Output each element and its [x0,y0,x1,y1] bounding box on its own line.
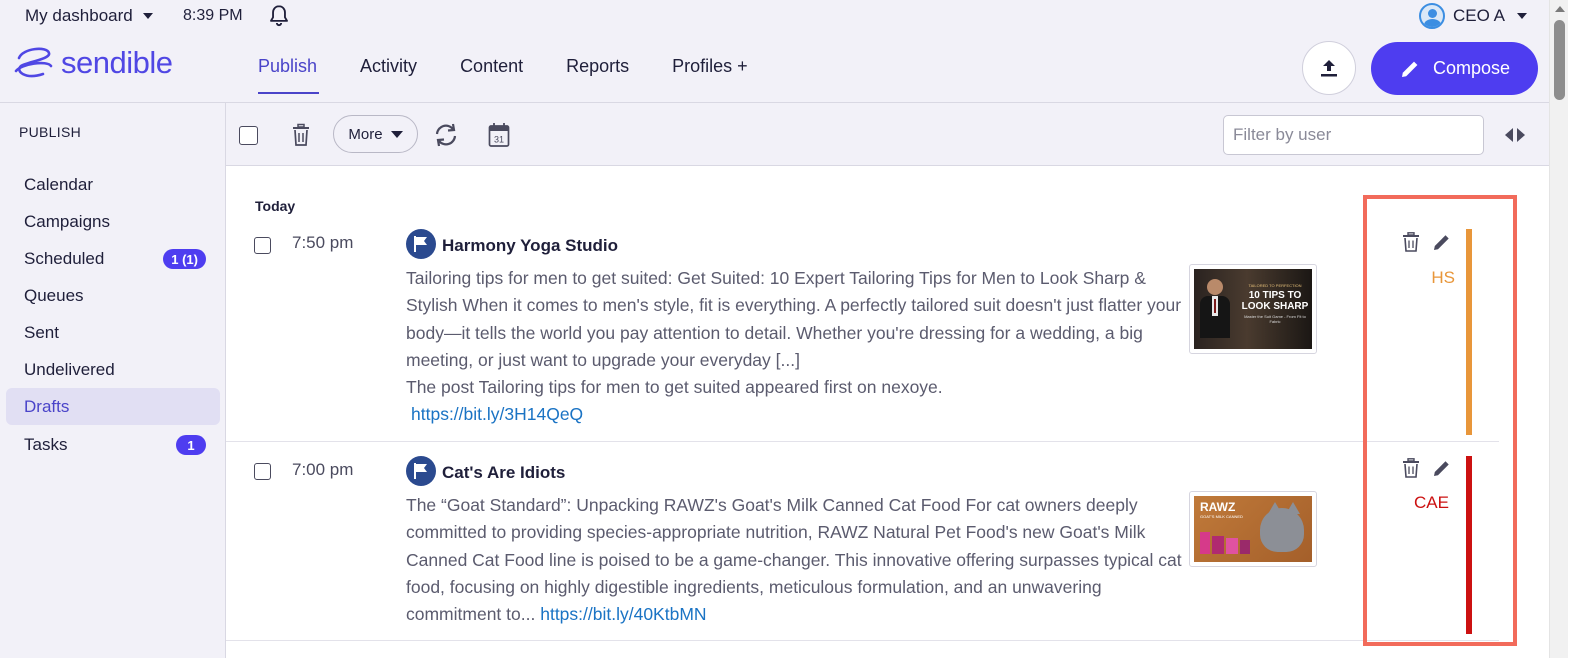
upload-icon [1321,60,1337,77]
dashboard-dropdown[interactable]: My dashboard [25,6,153,26]
scrollbar-thumb[interactable] [1554,20,1565,100]
post-time: 7:50 pm [292,233,354,252]
post-divider [226,640,1499,641]
post-time: 7:00 pm [292,460,354,479]
trash-icon[interactable] [291,123,311,147]
compose-label: Compose [1432,58,1511,78]
profile-name[interactable]: Cat's Are Idiots [442,463,565,483]
sidebar-item-tasks[interactable]: Tasks 1 [6,426,220,463]
nav-profiles[interactable]: Profiles + [672,56,748,94]
bell-icon[interactable] [266,3,292,29]
sidebar-item-sent[interactable]: Sent [6,314,220,351]
logo-swirl-icon [14,47,53,78]
calendar-icon[interactable]: 31 [488,122,510,148]
post-text: The “Goat Standard”: Unpacking RAWZ's Go… [406,492,1186,628]
chevron-down-icon [142,13,153,19]
nav-publish[interactable]: Publish [258,56,320,94]
sidebar-item-scheduled[interactable]: Scheduled 1 (1) [6,240,220,277]
profile-color-bar [1466,456,1472,634]
sidebar-item-undelivered[interactable]: Undelivered [6,351,220,388]
profile-name[interactable]: Harmony Yoga Studio [442,236,618,256]
top-header: My dashboard 8:39 PM CEO A sendible Publ… [0,0,1549,103]
flag-icon [414,463,427,479]
more-dropdown-button[interactable]: More [333,115,418,153]
profile-avatar [406,456,436,486]
sendible-logo[interactable]: sendible [13,44,173,82]
pencil-icon[interactable] [1432,232,1452,252]
sidebar-item-drafts[interactable]: Drafts [6,388,220,425]
sidebar-item-label: Campaigns [24,211,110,231]
post-body-text: Tailoring tips for men to get suited: Ge… [406,268,1182,370]
post-thumbnail[interactable]: TAILORED TO PERFECTION 10 TIPS TO LOOK S… [1189,264,1317,354]
post-body-text-2: The post Tailoring tips for men to get s… [406,377,943,398]
sidebar: PUBLISH Calendar Campaigns Scheduled 1 (… [0,103,226,658]
trash-icon[interactable] [1402,232,1420,252]
user-name: CEO A [1453,6,1505,25]
thumbnail-image: RAWZ GOAT'S MILK CANNED [1194,496,1312,562]
nav-content[interactable]: Content [460,56,523,94]
chevron-down-icon [1516,13,1527,19]
post-checkbox[interactable] [254,463,271,480]
select-all-checkbox[interactable] [239,126,258,145]
trash-icon[interactable] [1402,458,1420,478]
chevron-down-icon [390,130,403,138]
post-text: Tailoring tips for men to get suited: Ge… [406,265,1186,429]
post-thumbnail[interactable]: RAWZ GOAT'S MILK CANNED [1189,491,1317,567]
post-checkbox[interactable] [254,237,271,254]
drafts-feed: Today 7:50 pm Harmony Yoga Studio Tailor… [226,166,1549,658]
more-label: More [348,125,383,143]
sidebar-item-campaigns[interactable]: Campaigns [6,203,220,240]
count-badge: 1 (1) [163,249,206,269]
day-group-label: Today [255,198,296,214]
nav-reports[interactable]: Reports [566,56,629,94]
sidebar-title: PUBLISH [19,124,82,140]
thumbnail-caption-sub: Master the Suit Game - From Fit to Fabri… [1244,314,1306,324]
scroll-up-icon[interactable] [1555,6,1565,12]
thumbnail-caption: 10 TIPS TO LOOK SHARP [1241,290,1309,312]
thumbnail-caption-sub: GOAT'S MILK CANNED [1200,514,1243,519]
thumbnail-caption: RAWZ [1200,500,1236,514]
thumbnail-caption-small: TAILORED TO PERFECTION [1248,283,1302,288]
thumbnail-image: TAILORED TO PERFECTION 10 TIPS TO LOOK S… [1194,269,1312,349]
pencil-icon[interactable] [1432,458,1452,478]
profile-initials: HS [1431,268,1455,287]
publish-toolbar: More 31 [226,103,1549,166]
user-menu[interactable]: CEO A [1419,3,1527,29]
current-time: 8:39 PM [183,7,243,24]
collapse-panel-icon[interactable] [1504,126,1526,144]
filter-by-user-input[interactable] [1223,115,1484,155]
calendar-day: 31 [494,135,504,145]
refresh-icon[interactable] [433,123,459,147]
upload-button[interactable] [1302,41,1356,95]
post-body-text: The “Goat Standard”: Unpacking RAWZ's Go… [406,495,1182,625]
avatar [1419,3,1445,29]
scrollbar[interactable] [1549,0,1568,658]
count-badge: 1 [176,435,206,455]
sidebar-item-label: Tasks [24,434,68,454]
sidebar-item-calendar[interactable]: Calendar [6,166,220,203]
logo-text: sendible [61,45,173,80]
main-nav: Publish Activity Content Reports Profile… [258,56,748,94]
pencil-icon [1401,61,1418,77]
sidebar-item-label: Drafts [24,396,70,416]
post-link[interactable]: https://bit.ly/3H14QeQ [411,404,583,424]
sidebar-item-label: Calendar [24,174,93,194]
sidebar-item-label: Scheduled [24,248,105,268]
sidebar-item-label: Queues [24,285,84,305]
sidebar-item-label: Undelivered [24,359,115,379]
flag-icon [414,236,427,252]
profile-avatar [406,229,436,259]
profile-color-bar [1466,229,1472,435]
sidebar-item-label: Sent [24,322,59,342]
nav-activity[interactable]: Activity [360,56,417,94]
profile-initials: CAE [1414,493,1449,512]
dashboard-label: My dashboard [25,6,133,25]
compose-button[interactable]: Compose [1371,42,1538,95]
post-link[interactable]: https://bit.ly/40KtbMN [540,604,706,624]
sidebar-item-queues[interactable]: Queues [6,277,220,314]
post-divider [226,441,1499,442]
